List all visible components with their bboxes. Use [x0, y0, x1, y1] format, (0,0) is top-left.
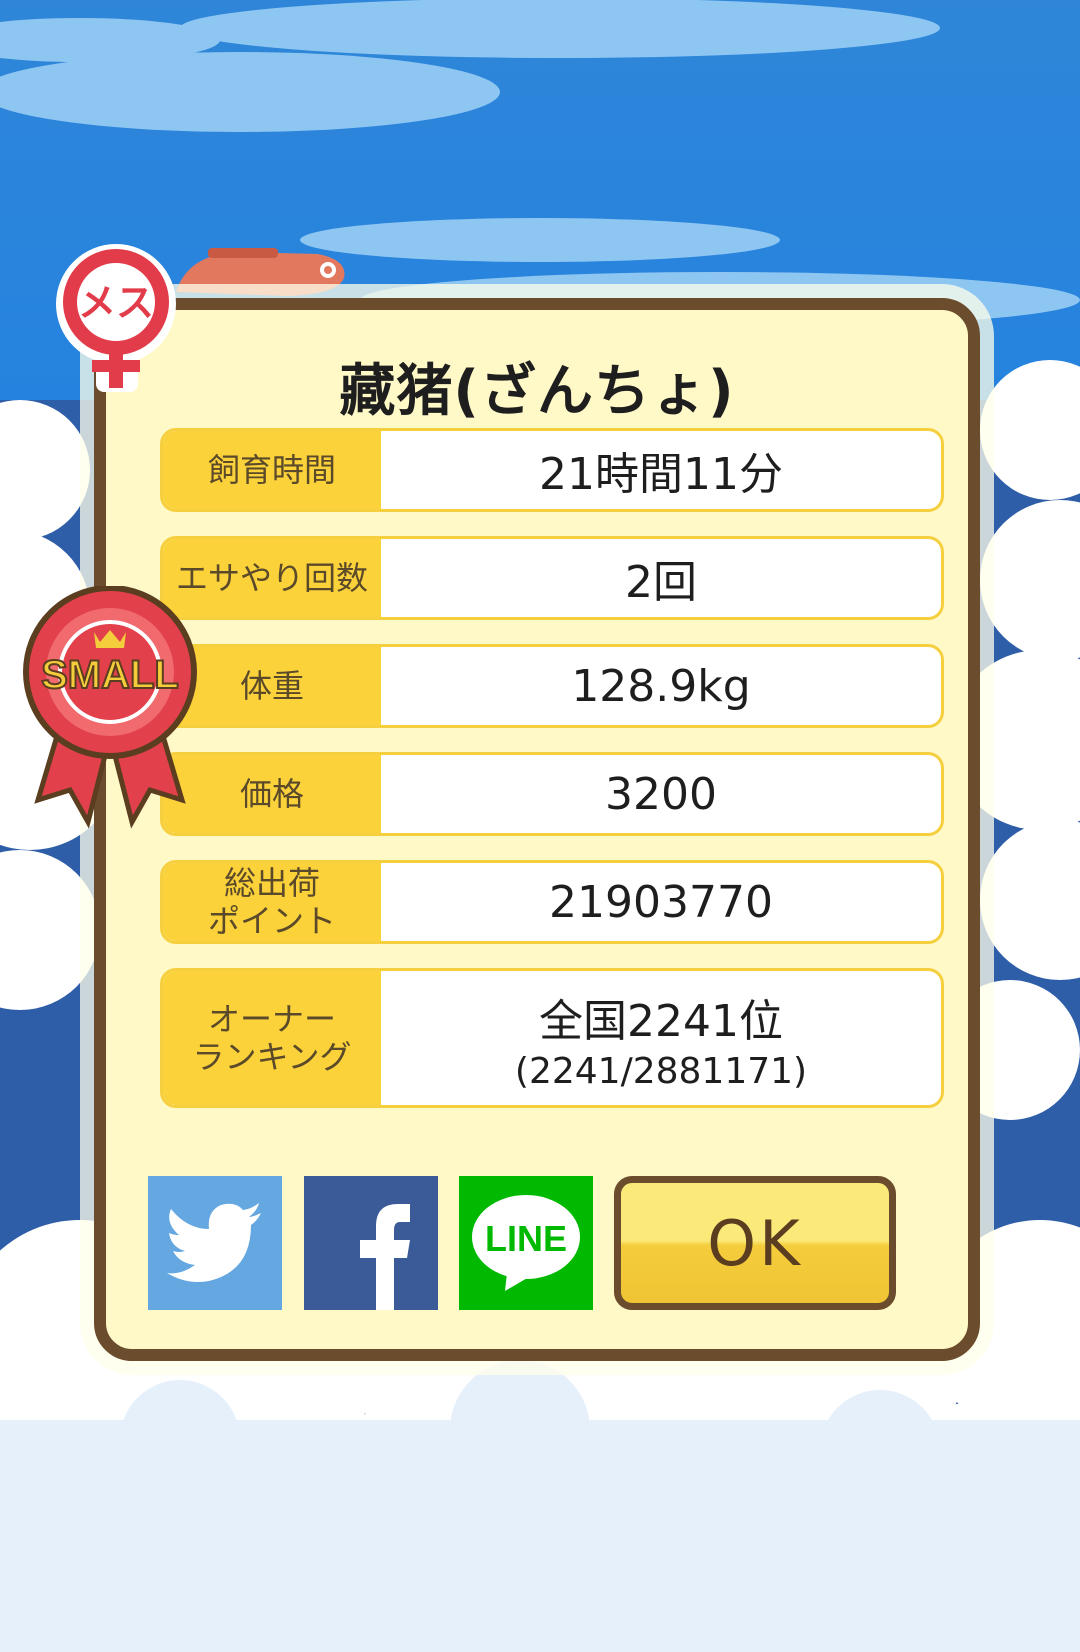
award-label: SMALL	[41, 653, 179, 697]
pig-airship-icon	[176, 248, 345, 296]
stat-value: 全国2241位	[539, 995, 783, 1047]
stat-value: 128.9kg	[571, 660, 751, 712]
stat-row-breeding-time: 飼育時間 21時間11分	[160, 428, 944, 512]
facebook-f-icon	[360, 1204, 410, 1310]
pig-name-title: 藏猪(ざんちょ)	[339, 359, 735, 424]
stat-value: 2回	[625, 557, 697, 608]
line-share-button[interactable]: LINE	[459, 1176, 593, 1310]
stat-row-owner-ranking: オーナー ランキング 全国2241位 (2241/2881171)	[160, 968, 944, 1108]
line-label: LINE	[485, 1218, 567, 1259]
facebook-share-button[interactable]	[304, 1176, 438, 1310]
stat-value: 3200	[605, 768, 717, 820]
twitter-share-button[interactable]	[148, 1176, 282, 1310]
ranking-detail: (2241/2881171)	[514, 1050, 808, 1092]
stat-label: オーナー ランキング	[163, 971, 381, 1105]
twitter-bird-icon	[167, 1203, 261, 1282]
female-gender-icon: メス	[56, 244, 176, 392]
stat-row-feed-count: エサやり回数 2回	[160, 536, 944, 620]
stat-row-weight: 体重 128.9kg	[160, 644, 944, 728]
stat-label: 飼育時間	[163, 431, 381, 509]
ok-button[interactable]: OK	[614, 1176, 896, 1310]
stat-row-shipment-points: 総出荷 ポイント 21903770	[160, 860, 944, 944]
pig-status-dialog: 藏猪(ざんちょ) 飼育時間 21時間11分 エサやり回数 2回 体重 128.9…	[94, 298, 980, 1361]
small-award-ribbon-icon: SMALL	[23, 586, 197, 829]
line-icon: LINE	[472, 1195, 580, 1291]
stat-value: 21903770	[549, 876, 773, 928]
stat-label: 総出荷 ポイント	[163, 863, 381, 941]
stat-row-price: 価格 3200	[160, 752, 944, 836]
gender-label: メス	[78, 281, 154, 325]
stat-value: 21時間11分	[539, 449, 783, 500]
